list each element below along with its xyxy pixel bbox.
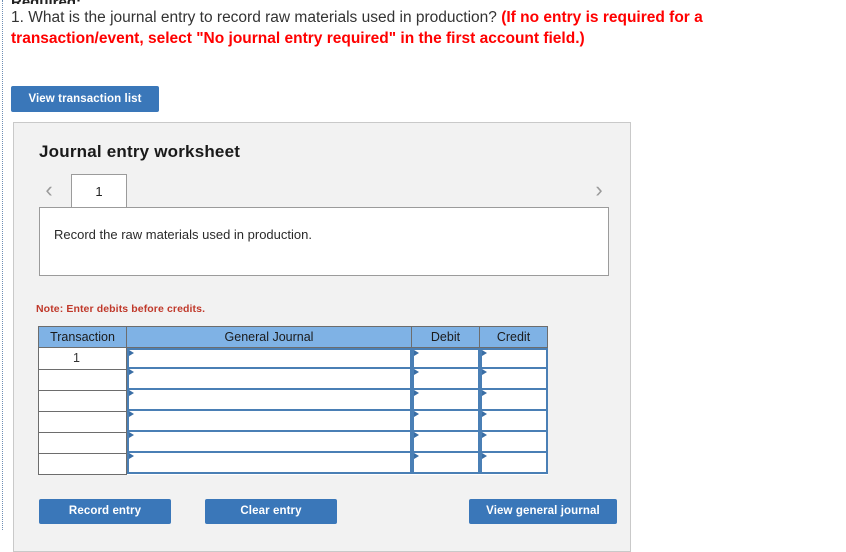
worksheet-tabstrip: ‹ 1 › xyxy=(39,174,609,208)
instruction-box: Record the raw materials used in product… xyxy=(39,207,609,276)
general-journal-input-cell[interactable] xyxy=(126,347,412,369)
credit-input-cell[interactable] xyxy=(479,390,548,411)
debit-input[interactable] xyxy=(411,369,480,390)
table-row xyxy=(38,368,548,391)
table-row: 1 xyxy=(38,347,548,370)
table-row xyxy=(38,410,548,433)
table-row xyxy=(38,431,548,454)
credit-input[interactable] xyxy=(479,369,548,390)
general-journal-input-cell[interactable] xyxy=(126,432,412,453)
instruction-text: Record the raw materials used in product… xyxy=(54,227,312,242)
credit-input-cell[interactable] xyxy=(479,453,548,474)
debit-input-cell[interactable] xyxy=(411,390,480,411)
general-journal-input-cell[interactable] xyxy=(126,369,412,390)
journal-entry-table: Transaction General Journal Debit Credit… xyxy=(38,326,548,475)
view-transaction-list-button[interactable]: View transaction list xyxy=(11,86,159,112)
general-journal-input-cell[interactable] xyxy=(126,411,412,432)
column-header-credit: Credit xyxy=(479,326,548,348)
chevron-right-icon[interactable]: › xyxy=(589,176,609,204)
credit-input-cell[interactable] xyxy=(479,369,548,390)
record-entry-button[interactable]: Record entry xyxy=(39,499,171,524)
debit-input[interactable] xyxy=(411,432,480,453)
transaction-number-cell xyxy=(38,389,127,412)
debit-input[interactable] xyxy=(411,411,480,432)
worksheet-tab-1[interactable]: 1 xyxy=(71,174,127,207)
general-journal-input[interactable] xyxy=(127,432,412,453)
credit-input[interactable] xyxy=(479,411,548,432)
clear-entry-button[interactable]: Clear entry xyxy=(205,499,337,524)
general-journal-input[interactable] xyxy=(127,369,412,390)
table-header-row: Transaction General Journal Debit Credit xyxy=(38,326,548,348)
debit-input-cell[interactable] xyxy=(411,347,480,369)
credit-input-cell[interactable] xyxy=(479,347,548,369)
debit-input[interactable] xyxy=(411,390,480,411)
credit-input[interactable] xyxy=(479,453,548,474)
general-journal-input[interactable] xyxy=(127,453,412,474)
question-area: Required: 1. What is the journal entry t… xyxy=(11,0,829,49)
journal-entry-worksheet-panel: Journal entry worksheet ‹ 1 › Record the… xyxy=(13,122,631,552)
page-left-rule xyxy=(2,0,3,530)
general-journal-input[interactable] xyxy=(127,348,412,369)
credit-input[interactable] xyxy=(479,390,548,411)
credit-input[interactable] xyxy=(479,432,548,453)
transaction-number-cell xyxy=(38,368,127,391)
debit-input-cell[interactable] xyxy=(411,411,480,432)
debit-input-cell[interactable] xyxy=(411,453,480,474)
table-row xyxy=(38,389,548,412)
credit-input[interactable] xyxy=(479,348,548,369)
transaction-number-cell xyxy=(38,431,127,454)
question-main-text: 1. What is the journal entry to record r… xyxy=(11,9,497,26)
question-text: 1. What is the journal entry to record r… xyxy=(11,7,829,49)
debits-before-credits-note: Note: Enter debits before credits. xyxy=(36,303,206,315)
credit-input-cell[interactable] xyxy=(479,432,548,453)
transaction-number-cell: 1 xyxy=(38,347,127,370)
debit-input-cell[interactable] xyxy=(411,432,480,453)
column-header-debit: Debit xyxy=(411,326,480,348)
transaction-number-cell xyxy=(38,410,127,433)
general-journal-input-cell[interactable] xyxy=(126,453,412,474)
general-journal-input-cell[interactable] xyxy=(126,390,412,411)
view-general-journal-button[interactable]: View general journal xyxy=(469,499,617,524)
table-row xyxy=(38,452,548,475)
general-journal-input[interactable] xyxy=(127,411,412,432)
transaction-number-cell xyxy=(38,452,127,475)
credit-input-cell[interactable] xyxy=(479,411,548,432)
general-journal-input[interactable] xyxy=(127,390,412,411)
column-header-general-journal: General Journal xyxy=(126,326,412,348)
worksheet-title: Journal entry worksheet xyxy=(39,142,241,161)
chevron-left-icon[interactable]: ‹ xyxy=(39,176,59,204)
debit-input[interactable] xyxy=(411,348,480,369)
column-header-transaction: Transaction xyxy=(38,326,127,348)
required-label: Required: xyxy=(11,0,829,4)
debit-input-cell[interactable] xyxy=(411,369,480,390)
debit-input[interactable] xyxy=(411,453,480,474)
